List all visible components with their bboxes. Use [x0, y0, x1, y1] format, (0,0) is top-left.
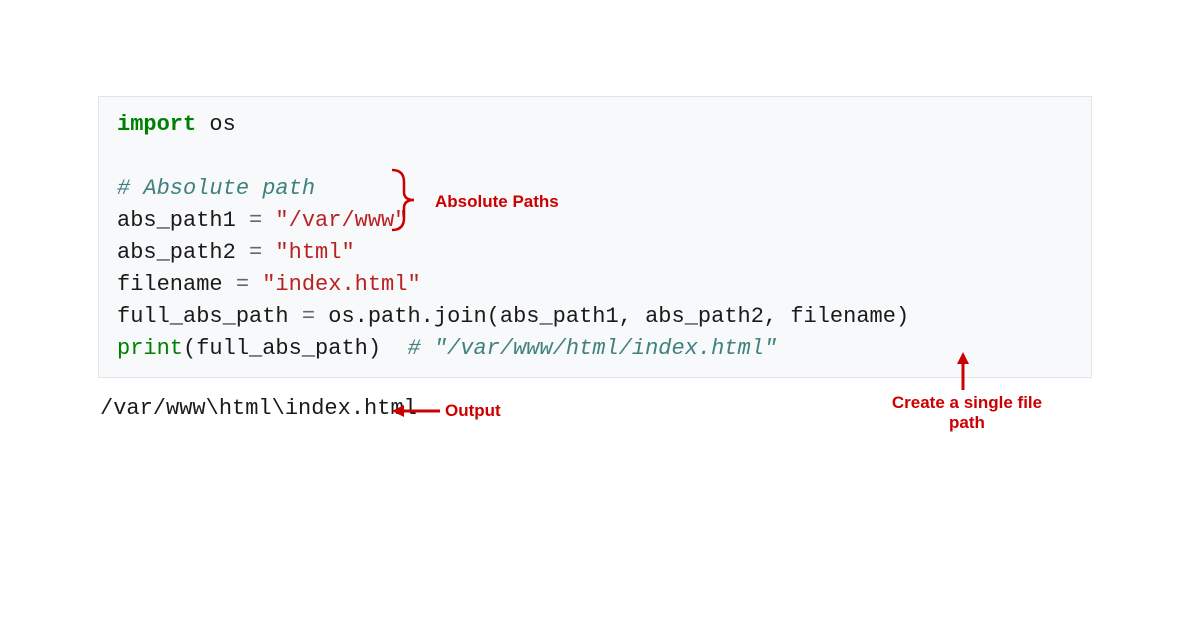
- var-filename: filename: [117, 272, 236, 297]
- code-blank-line: [117, 141, 1073, 173]
- print-args: (full_abs_path): [183, 336, 407, 361]
- code-line-comment: # Absolute path: [117, 173, 1073, 205]
- fn-print: print: [117, 336, 183, 361]
- var-abs1: abs_path1: [117, 208, 249, 233]
- output-text: /var/www\html\index.html: [100, 396, 417, 421]
- comment-output: # "/var/www/html/index.html": [407, 336, 777, 361]
- op-eq: =: [249, 240, 262, 265]
- var-fullpath: full_abs_path: [117, 304, 302, 329]
- annotation-single-path: Create a single file path: [872, 393, 1062, 433]
- code-line-fullpath: full_abs_path = os.path.join(abs_path1, …: [117, 301, 1073, 333]
- var-abs2: abs_path2: [117, 240, 249, 265]
- code-line-1: import os: [117, 109, 1073, 141]
- comment-text: # Absolute path: [117, 176, 315, 201]
- keyword-import: import: [117, 112, 196, 137]
- op-eq: =: [249, 208, 262, 233]
- annotation-absolute-paths: Absolute Paths: [435, 192, 559, 212]
- str-abs2: "html": [262, 240, 354, 265]
- code-line-print: print(full_abs_path) # "/var/www/html/in…: [117, 333, 1073, 365]
- op-eq: =: [236, 272, 249, 297]
- brace-icon: [388, 168, 428, 232]
- code-line-abs1: abs_path1 = "/var/www": [117, 205, 1073, 237]
- code-line-filename: filename = "index.html": [117, 269, 1073, 301]
- str-abs1: "/var/www": [262, 208, 407, 233]
- op-eq: =: [302, 304, 315, 329]
- code-block: import os # Absolute path abs_path1 = "/…: [98, 96, 1092, 378]
- str-filename: "index.html": [249, 272, 421, 297]
- module-name: os: [196, 112, 236, 137]
- annotation-output: Output: [445, 401, 501, 421]
- arrow-up-icon: [955, 352, 971, 390]
- join-call: os.path.join(abs_path1, abs_path2, filen…: [315, 304, 909, 329]
- code-line-abs2: abs_path2 = "html": [117, 237, 1073, 269]
- arrow-left-icon: [392, 404, 440, 418]
